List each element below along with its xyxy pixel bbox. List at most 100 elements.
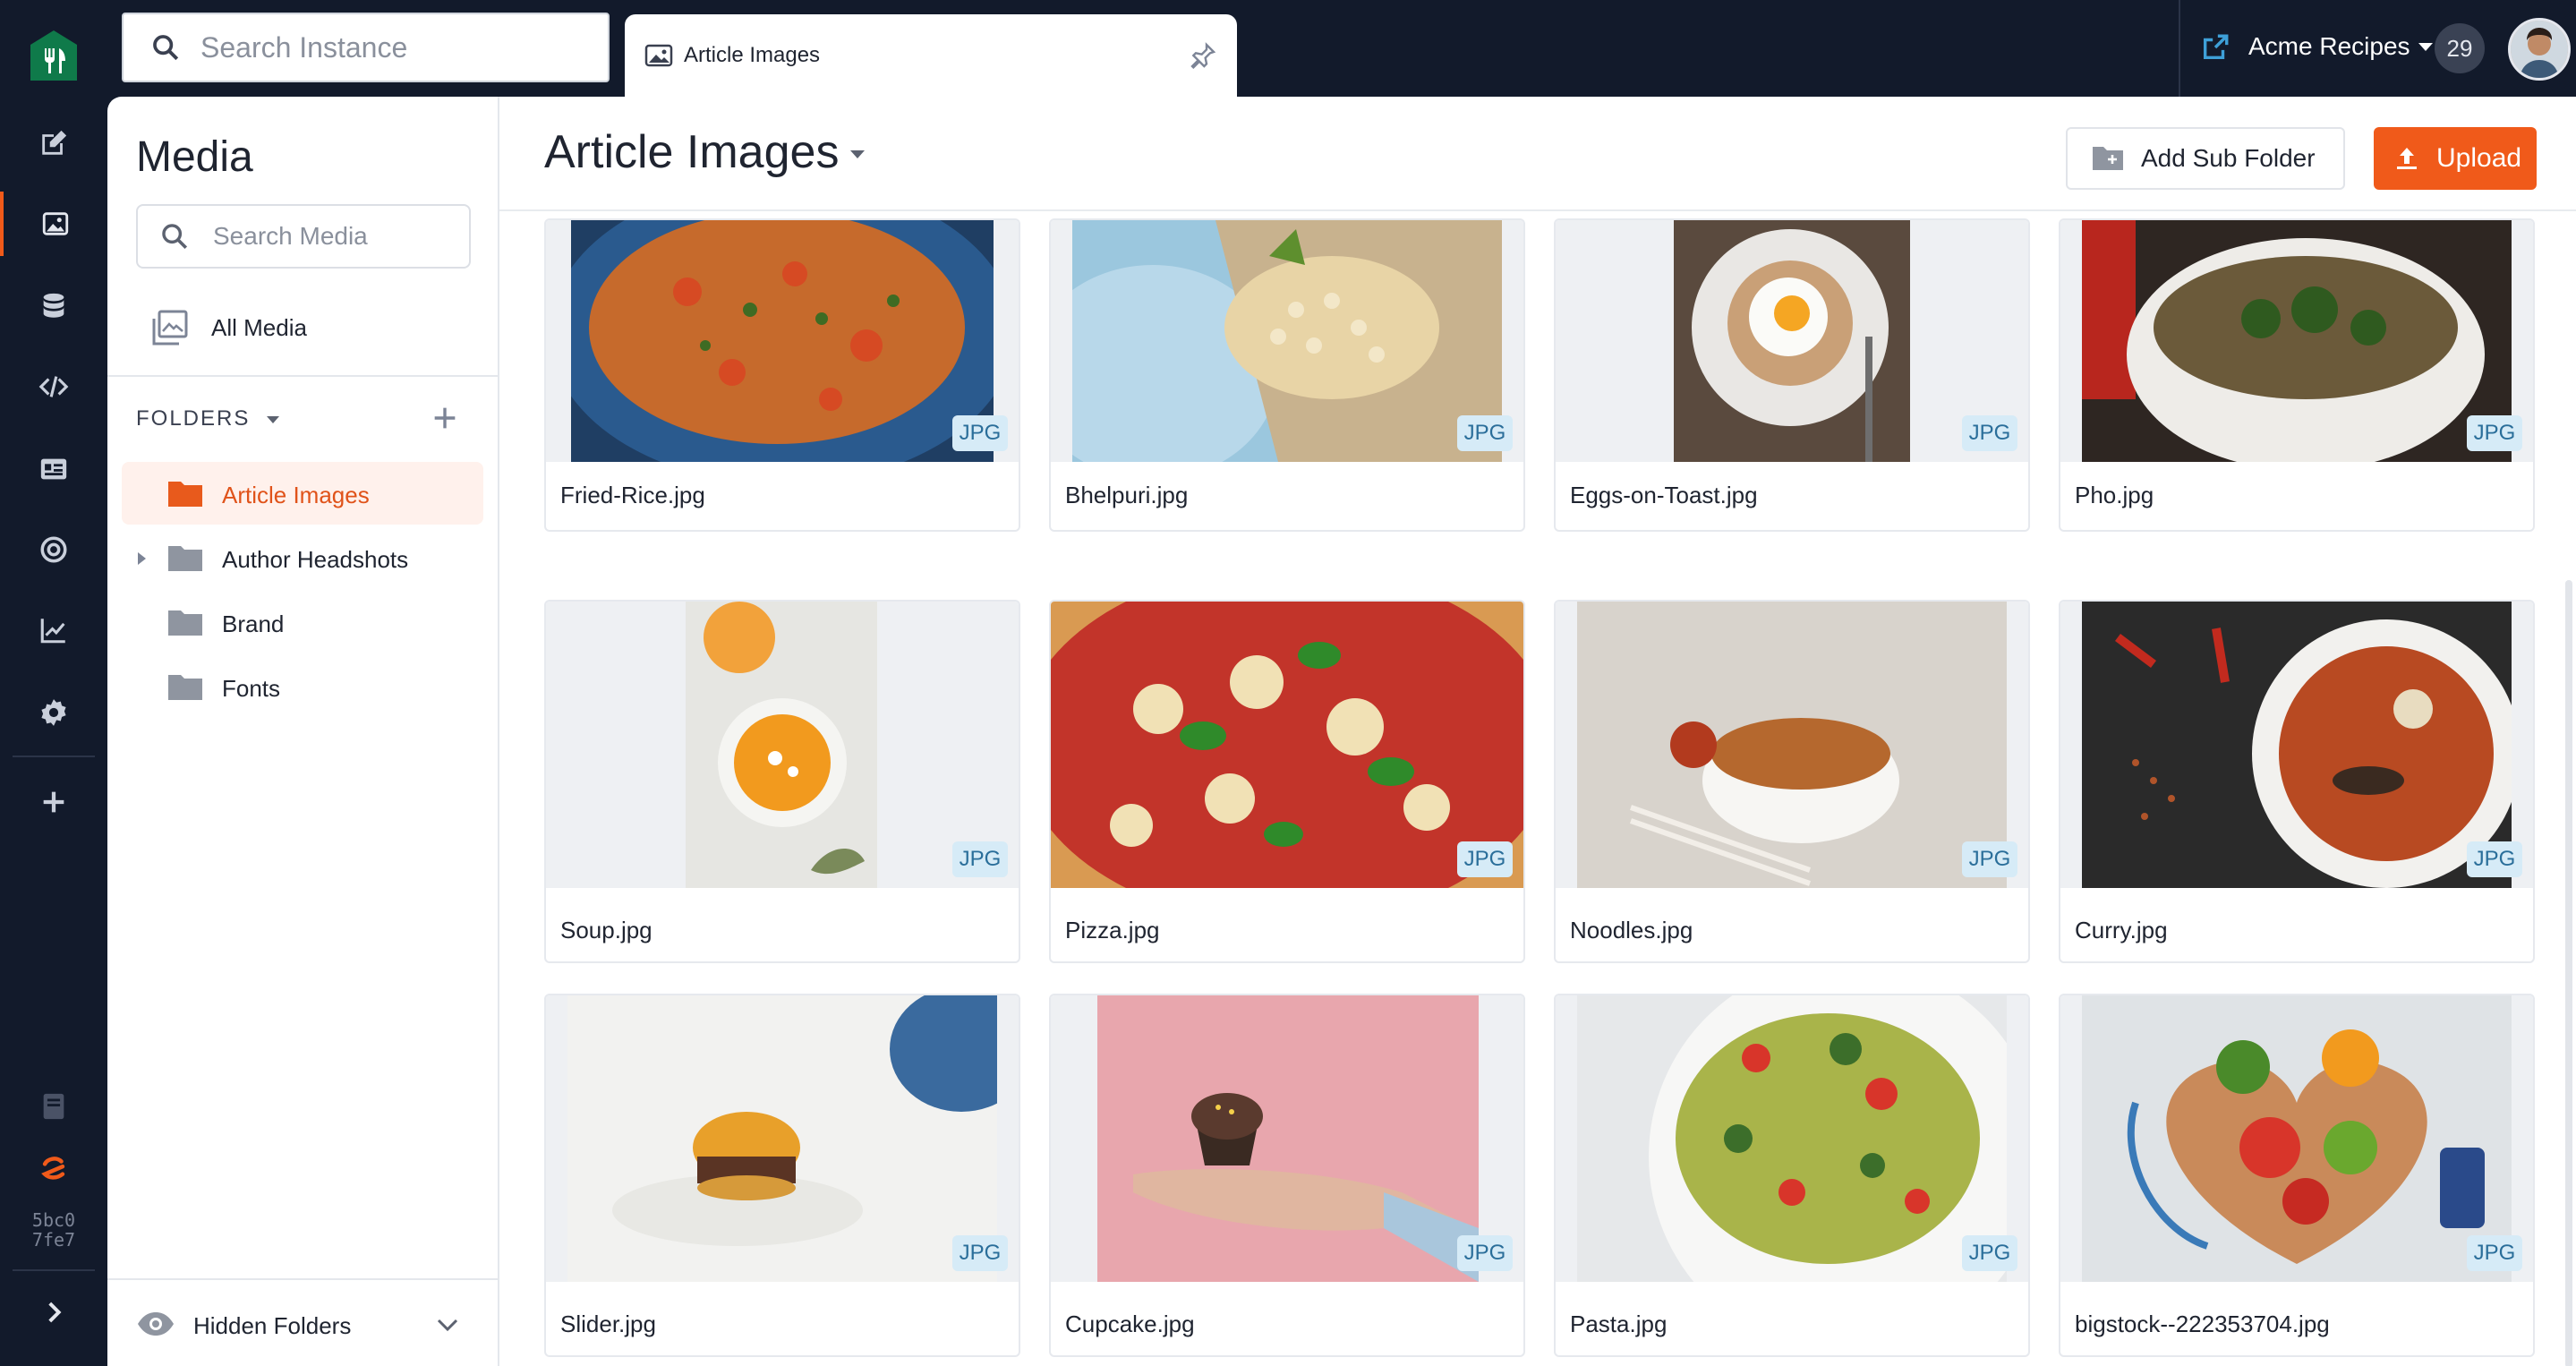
folder-name: Brand: [222, 610, 285, 637]
thumbnail: JPG: [2060, 995, 2533, 1282]
fork-knife-icon: [30, 30, 77, 81]
cupcake-image: [1097, 995, 1479, 1282]
nav-target[interactable]: [0, 517, 107, 582]
thumbnail: JPG: [1556, 995, 2028, 1282]
nav-docs[interactable]: [0, 1074, 107, 1139]
tab-article-images[interactable]: Article Images: [625, 14, 1237, 97]
thumbnail: JPG: [2060, 602, 2533, 888]
main-content: Article Images Add Sub Folder Upload JPG…: [499, 97, 2576, 1366]
file-name: Noodles.jpg: [1570, 917, 1693, 943]
folder-fonts[interactable]: Fonts: [122, 655, 483, 718]
nav-settings[interactable]: [0, 680, 107, 745]
chevron-right-icon[interactable]: [138, 552, 146, 565]
file-name: Pasta.jpg: [1570, 1311, 1668, 1337]
media-search-input[interactable]: [213, 222, 464, 251]
rail-divider-bottom: [13, 1269, 95, 1271]
divider: [107, 375, 498, 377]
expand-rail-button[interactable]: [0, 1280, 107, 1345]
upload-button[interactable]: Upload: [2374, 127, 2537, 190]
search-instance-input[interactable]: [200, 30, 594, 64]
folder-author-headshots[interactable]: Author Headshots: [122, 526, 483, 589]
healthy-heart-image: [2082, 995, 2512, 1282]
chevron-down-icon[interactable]: [850, 150, 865, 158]
scrollbar[interactable]: [2565, 580, 2572, 1366]
nav-data[interactable]: [0, 274, 107, 338]
nav-analytics[interactable]: [0, 598, 107, 662]
thumbnail: JPG: [1556, 220, 2028, 462]
nav-brand[interactable]: [0, 1137, 107, 1201]
nav-cards[interactable]: [0, 437, 107, 501]
image-icon: [42, 212, 69, 235]
folder-name: Fonts: [222, 675, 281, 702]
instance-name[interactable]: Acme Recipes: [2248, 32, 2410, 61]
add-sub-folder-button[interactable]: Add Sub Folder: [2066, 127, 2345, 190]
media-card[interactable]: JPG Soup.jpg: [544, 600, 1020, 963]
avatar-photo: [2511, 21, 2568, 78]
thumbnail: JPG: [546, 995, 1019, 1282]
file-name: Pho.jpg: [2075, 482, 2154, 508]
file-type-badge: JPG: [1962, 841, 2017, 877]
search-icon: [162, 224, 188, 250]
thumbnail: JPG: [2060, 220, 2533, 462]
hidden-folders-label: Hidden Folders: [193, 1312, 352, 1339]
thumbnail: JPG: [1051, 602, 1523, 888]
chevron-down-icon[interactable]: [2418, 43, 2433, 51]
file-name: Pizza.jpg: [1065, 917, 1160, 943]
folder-brand[interactable]: Brand: [122, 591, 483, 653]
search-icon: [153, 35, 179, 61]
thumbnail: JPG: [1556, 602, 2028, 888]
thumbnail: JPG: [546, 220, 1019, 462]
file-name: Cupcake.jpg: [1065, 1311, 1195, 1337]
media-card[interactable]: JPG Pho.jpg: [2059, 218, 2535, 532]
folder-icon: [168, 675, 202, 700]
nav-media[interactable]: [0, 192, 107, 256]
media-card[interactable]: JPG Eggs-on-Toast.jpg: [1554, 218, 2030, 532]
media-card[interactable]: JPG Curry.jpg: [2059, 600, 2535, 963]
media-card[interactable]: JPG bigstock--222353704.jpg: [2059, 994, 2535, 1357]
media-card[interactable]: JPG Pasta.jpg: [1554, 994, 2030, 1357]
media-title: Media: [136, 133, 253, 181]
pin-icon[interactable]: [1189, 41, 1217, 70]
media-search[interactable]: [136, 204, 471, 269]
add-sub-folder-label: Add Sub Folder: [2141, 144, 2316, 172]
hidden-folders-toggle[interactable]: Hidden Folders: [107, 1278, 498, 1366]
noodles-image: [1577, 602, 2007, 888]
nav-add[interactable]: [0, 770, 107, 834]
media-card[interactable]: JPG Noodles.jpg: [1554, 600, 2030, 963]
user-avatar[interactable]: [2508, 18, 2571, 81]
eggs-on-toast-image: [1674, 220, 1910, 462]
folder-icon: [168, 482, 202, 507]
upload-icon: [2397, 148, 2417, 169]
chevron-right-icon: [48, 1302, 62, 1323]
all-media-link[interactable]: All Media: [150, 308, 307, 347]
all-media-label: All Media: [211, 313, 307, 341]
file-type-badge: JPG: [1457, 415, 1513, 451]
external-link-icon[interactable]: [2200, 32, 2231, 63]
nav-code[interactable]: [0, 354, 107, 419]
media-card[interactable]: JPG Fried-Rice.jpg: [544, 218, 1020, 532]
image-icon: [644, 44, 673, 67]
rail-divider: [13, 756, 95, 757]
page-title: Article Images: [544, 126, 840, 178]
file-name: Eggs-on-Toast.jpg: [1570, 482, 1758, 508]
file-name: Bhelpuri.jpg: [1065, 482, 1189, 508]
media-card[interactable]: JPG Pizza.jpg: [1049, 600, 1525, 963]
file-name: bigstock--222353704.jpg: [2075, 1311, 2330, 1337]
chevron-down-icon[interactable]: [267, 416, 279, 423]
database-icon: [43, 293, 64, 318]
media-card[interactable]: JPG Slider.jpg: [544, 994, 1020, 1357]
notification-badge[interactable]: 29: [2435, 23, 2485, 73]
file-type-badge: JPG: [1457, 1235, 1513, 1271]
app-logo[interactable]: [29, 29, 79, 82]
slider-image: [567, 995, 997, 1282]
nav-rail: 5bc0 7fe7: [0, 0, 107, 1366]
media-card[interactable]: JPG Bhelpuri.jpg: [1049, 218, 1525, 532]
search-instance[interactable]: [122, 13, 610, 82]
folders-heading: FOLDERS: [136, 406, 251, 431]
folder-icon: [168, 610, 202, 636]
nav-content[interactable]: [0, 111, 107, 175]
media-card[interactable]: JPG Cupcake.jpg: [1049, 994, 1525, 1357]
upload-label: Upload: [2436, 143, 2522, 173]
add-folder-plus-icon[interactable]: [430, 403, 460, 433]
folder-article-images[interactable]: Article Images: [122, 462, 483, 525]
